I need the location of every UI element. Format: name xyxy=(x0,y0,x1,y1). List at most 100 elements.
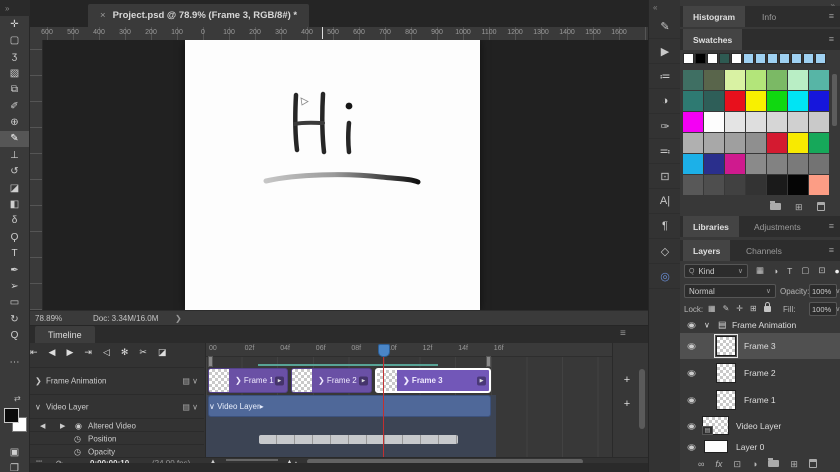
new-group-folder-icon[interactable] xyxy=(768,459,779,469)
swatch[interactable] xyxy=(746,112,766,132)
brushes-panel-icon[interactable]: ✑ xyxy=(649,114,681,139)
tab-info[interactable]: Info xyxy=(752,6,786,27)
tab-histogram[interactable]: Histogram xyxy=(683,6,745,27)
swap-colors-icon[interactable]: ⇄ xyxy=(14,394,21,403)
recent-swatch[interactable] xyxy=(707,53,718,64)
chevron-right-icon[interactable]: ❯ xyxy=(35,377,42,386)
swatch[interactable] xyxy=(788,175,808,195)
delete-swatch-icon[interactable] xyxy=(817,202,825,213)
transition-icon[interactable]: ◪ xyxy=(158,347,167,358)
playhead[interactable] xyxy=(378,344,390,357)
chevron-down-icon[interactable]: ∨ xyxy=(704,320,710,329)
recent-swatch[interactable] xyxy=(695,53,706,64)
filter-pixel-layers-icon[interactable]: ▦ xyxy=(756,265,764,276)
canvas-viewport[interactable] xyxy=(42,40,648,310)
swatch[interactable] xyxy=(767,133,787,153)
work-area-end[interactable] xyxy=(486,356,491,367)
layer-row[interactable]: ◉∨▤Frame Animation xyxy=(680,317,840,332)
properties-sliders-panel-icon[interactable]: ≕ xyxy=(649,139,681,164)
layer-row[interactable]: ◉Layer 0 xyxy=(680,438,840,455)
swatch[interactable] xyxy=(704,112,724,132)
tab-timeline[interactable]: Timeline xyxy=(35,326,95,343)
link-layers-icon[interactable]: ∞ xyxy=(698,459,704,469)
zoom-tool[interactable]: Q xyxy=(0,327,29,343)
recent-swatch[interactable] xyxy=(743,53,754,64)
go-to-previous-frame-icon[interactable]: ◀ xyxy=(49,347,56,358)
lock-pixels-icon[interactable]: ✎ xyxy=(723,304,730,313)
pen-tool[interactable]: ✒ xyxy=(0,262,29,278)
timeline-zoom-slider[interactable] xyxy=(226,459,278,461)
timeline-menu-icon[interactable]: ≡ xyxy=(620,328,626,339)
new-swatch-icon[interactable]: ⊞ xyxy=(795,202,803,213)
swatch[interactable] xyxy=(683,175,703,195)
swatch[interactable] xyxy=(746,175,766,195)
next-keyframe-icon[interactable]: ▶ xyxy=(60,422,65,430)
paragraph-panel-icon[interactable]: ¶ xyxy=(649,214,681,239)
layer-row[interactable]: ◉▤Video Layer xyxy=(680,414,840,437)
lock-all-icon[interactable] xyxy=(764,303,771,314)
clone-source-panel-icon[interactable]: ⊡ xyxy=(649,164,681,189)
layer-filter-kind-select[interactable]: Q Kind ∨ xyxy=(684,264,748,278)
audio-icon[interactable]: ◁ xyxy=(103,347,110,358)
opacity-select[interactable]: 100% ∨ xyxy=(809,284,837,298)
eye-icon[interactable]: ◉ xyxy=(687,421,696,430)
chevron-down-icon[interactable]: ∨ xyxy=(35,402,41,411)
go-to-next-frame-icon[interactable]: ⇥ xyxy=(84,347,92,358)
layer-row[interactable]: ◉Frame 1 xyxy=(680,387,840,413)
swatch[interactable] xyxy=(704,154,724,174)
new-adjustment-layer-icon[interactable]: ◑ xyxy=(752,459,757,469)
video-layer-clip[interactable]: ∨ Video Layer ▸ xyxy=(208,395,491,417)
recent-swatch[interactable] xyxy=(683,53,694,64)
quick-mask-tool[interactable]: ▣ xyxy=(0,444,29,460)
swatch[interactable] xyxy=(725,91,745,111)
character-panel-icon[interactable]: A| xyxy=(649,189,681,214)
swatch[interactable] xyxy=(725,70,745,90)
eye-icon[interactable]: ◉ xyxy=(687,342,696,351)
swatch[interactable] xyxy=(788,91,808,111)
color-wheel-panel-icon[interactable]: ◑ xyxy=(649,89,681,114)
screen-mode-tool[interactable]: ❐ xyxy=(0,460,29,472)
track-header-video-layer[interactable]: ∨ Video Layer ▤ ∨ xyxy=(30,394,204,418)
timeline-vertical-scrollbar[interactable] xyxy=(639,369,645,429)
filter-type-layers-icon[interactable]: T xyxy=(787,266,792,276)
recent-swatch[interactable] xyxy=(791,53,802,64)
tab-libraries[interactable]: Libraries xyxy=(683,216,739,237)
blur-tool[interactable]: δ xyxy=(0,213,29,229)
swatch[interactable] xyxy=(683,112,703,132)
recent-swatch[interactable] xyxy=(767,53,778,64)
tab-adjustments[interactable]: Adjustments xyxy=(744,216,811,237)
move-tool[interactable]: ✛ xyxy=(0,16,29,32)
eye-icon[interactable]: ◉ xyxy=(687,369,696,378)
clip-options-icon[interactable]: ▸ xyxy=(275,376,284,385)
panel-menu-icon[interactable]: ≡ xyxy=(829,34,834,44)
add-mask-icon[interactable]: ⊡ xyxy=(733,459,741,470)
swatch[interactable] xyxy=(683,70,703,90)
lock-position-icon[interactable]: ✛ xyxy=(736,304,743,313)
add-media-button[interactable]: + xyxy=(621,375,633,387)
clip-options-icon[interactable]: ▸ xyxy=(359,376,368,385)
filter-toggle-icon[interactable]: ● xyxy=(835,266,840,276)
settings-gear-icon[interactable]: ✻ xyxy=(121,347,129,358)
recent-swatch[interactable] xyxy=(755,53,766,64)
swatch[interactable] xyxy=(746,154,766,174)
filter-adjustment-layers-icon[interactable]: ◑ xyxy=(773,266,778,276)
paint-bucket-tool[interactable]: ◧ xyxy=(0,196,29,212)
swatch[interactable] xyxy=(746,91,766,111)
toolbar-options-tool[interactable]: ⋯ xyxy=(0,354,29,370)
panel-menu-icon[interactable]: ≡ xyxy=(829,245,834,255)
sync-panel-icon[interactable]: ◎ xyxy=(649,264,681,289)
recent-swatch[interactable] xyxy=(815,53,826,64)
swatch[interactable] xyxy=(725,133,745,153)
canvas[interactable] xyxy=(185,40,480,310)
foreground-color-well[interactable] xyxy=(4,408,19,423)
delete-layer-icon[interactable] xyxy=(809,459,817,470)
track-header-position[interactable]: ◷ Position xyxy=(30,431,204,445)
tab-swatches[interactable]: Swatches xyxy=(683,29,742,50)
eye-icon[interactable]: ◉ xyxy=(687,320,696,329)
swatch[interactable] xyxy=(788,112,808,132)
tab-channels[interactable]: Channels xyxy=(736,240,792,261)
swatch[interactable] xyxy=(725,154,745,174)
recent-swatch[interactable] xyxy=(719,53,730,64)
eyedropper-tool[interactable]: ✐ xyxy=(0,98,29,114)
track-header-frame-animation[interactable]: ❯ Frame Animation ▤ ∨ xyxy=(30,367,204,394)
